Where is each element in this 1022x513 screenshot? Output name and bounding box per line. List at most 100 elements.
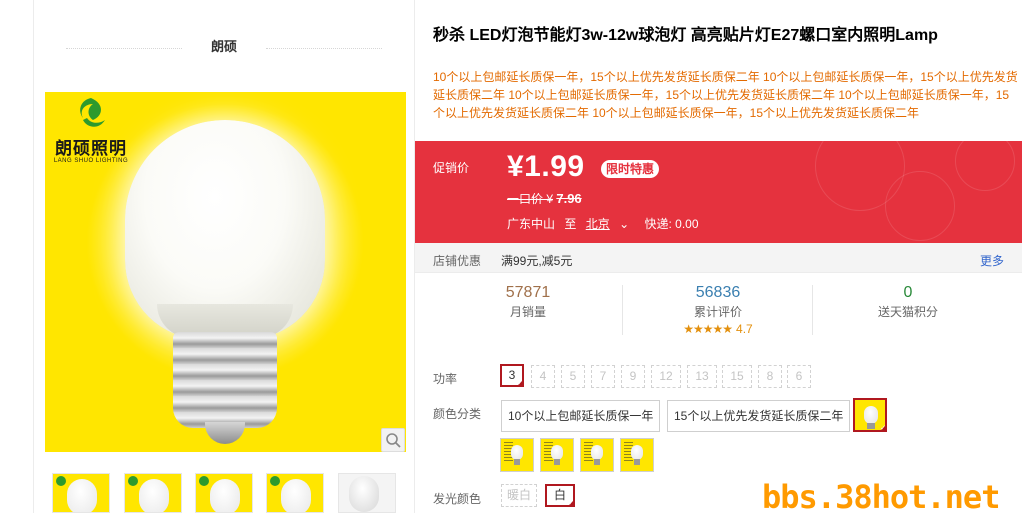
more-promos-link[interactable]: 更多 bbox=[980, 252, 1004, 269]
magnifier-icon bbox=[386, 433, 401, 448]
original-price-row: 一口价 ¥ 7.96 bbox=[507, 190, 582, 207]
power-option-7[interactable]: 7 bbox=[591, 365, 615, 388]
shop-header: 朗硕 bbox=[66, 36, 382, 56]
shop-promo-label: 店铺优惠 bbox=[433, 254, 482, 268]
bg-decoration bbox=[955, 141, 1015, 191]
product-title: 秒杀 LED灯泡节能灯3w-12w球泡灯 高亮贴片灯E27螺口室内照明Lamp bbox=[433, 27, 938, 44]
thumbnail[interactable] bbox=[52, 473, 110, 513]
stat-value: 56836 bbox=[695, 284, 741, 301]
thumb-bulb bbox=[67, 479, 97, 512]
product-subtitle: 10个以上包邮延长质保一年，15个以上优先发货延长质保二年 10个以上包邮延长质… bbox=[433, 70, 1018, 120]
thumbnail[interactable] bbox=[124, 473, 182, 513]
light-color-label: 发光颜色 bbox=[433, 492, 482, 506]
bulb-tip bbox=[205, 422, 245, 444]
mini-bulb-base bbox=[594, 459, 600, 465]
check-icon: ✓ bbox=[880, 425, 886, 432]
thumb-bulb bbox=[139, 479, 169, 512]
color-option-image[interactable] bbox=[580, 438, 614, 472]
divider-left bbox=[66, 48, 182, 49]
shop-promo-bar: 店铺优惠 满99元,减5元 更多 bbox=[415, 243, 1022, 273]
power-option-9[interactable]: 9 bbox=[621, 365, 645, 388]
divider-right bbox=[266, 48, 382, 49]
brand-leaf-icon bbox=[80, 98, 105, 127]
mini-bulb-base bbox=[554, 459, 560, 465]
shop-promo-value: 满99元,减5元 bbox=[501, 254, 573, 268]
star-rating-icon: ★★★★★ bbox=[683, 322, 733, 336]
mini-bulb-icon bbox=[631, 445, 643, 460]
power-option-12[interactable]: 12 bbox=[651, 365, 681, 388]
color-option-1[interactable]: 10个以上包邮延长质保一年 bbox=[501, 400, 661, 432]
shipping-fee: 快递: 0.00 bbox=[644, 217, 699, 231]
mini-bulb-icon bbox=[551, 445, 563, 460]
rating-score: 4.7 bbox=[736, 322, 753, 336]
mini-bulb-icon bbox=[511, 445, 523, 460]
product-info-panel: 秒杀 LED灯泡节能灯3w-12w球泡灯 高亮贴片灯E27螺口室内照明Lamp … bbox=[415, 0, 1022, 513]
thumb-logo bbox=[128, 476, 138, 486]
ship-to-label: 至 bbox=[564, 217, 577, 231]
stat-value: 0 bbox=[903, 284, 913, 301]
power-label: 功率 bbox=[433, 372, 458, 386]
power-option-6[interactable]: 6 bbox=[787, 365, 811, 388]
bg-decoration bbox=[885, 171, 955, 241]
option-label: 白 bbox=[553, 488, 566, 502]
ship-destination-selector[interactable]: 北京 ⌄ bbox=[586, 217, 635, 231]
color-option-2[interactable]: 15个以上优先发货延长质保二年 bbox=[667, 400, 851, 432]
zoom-button[interactable] bbox=[381, 428, 405, 452]
brand-logo: 朗硕照明 LANG SHUO LIGHTING bbox=[51, 96, 131, 180]
light-option-warm-white[interactable]: 暖白 bbox=[501, 484, 537, 507]
stat-points: 0 送天猫积分 bbox=[813, 283, 1003, 341]
stat-label: 累计评价 bbox=[693, 305, 742, 319]
promo-price-label: 促销价 bbox=[433, 161, 470, 175]
original-price-label: 一口价 ¥ bbox=[507, 192, 554, 206]
mini-bulb-base bbox=[867, 423, 875, 429]
shipping-row: 广东中山 至 北京 ⌄ 快递: 0.00 bbox=[507, 215, 705, 232]
thumbnail[interactable] bbox=[195, 473, 253, 513]
light-option-white[interactable]: 白 ✓ bbox=[545, 484, 575, 507]
current-price: ¥1.99 bbox=[507, 150, 585, 183]
brand-name-cn: 朗硕照明 bbox=[55, 139, 127, 159]
stat-label: 月销量 bbox=[509, 305, 546, 319]
thumb-logo bbox=[270, 476, 280, 486]
main-product-image[interactable]: 朗硕照明 LANG SHUO LIGHTING bbox=[45, 92, 406, 452]
color-option-image[interactable] bbox=[500, 438, 534, 472]
power-option-13[interactable]: 13 bbox=[687, 365, 717, 388]
ship-destination: 北京 bbox=[585, 217, 610, 231]
shop-name[interactable]: 朗硕 bbox=[211, 39, 237, 54]
ship-from: 广东中山 bbox=[507, 217, 556, 231]
stats-row: 57871 月销量 56836 累计评价 ★★★★★ 4.7 0 送天猫积分 bbox=[433, 283, 1003, 341]
power-option-5[interactable]: 5 bbox=[561, 365, 585, 388]
site-watermark: bbs.38hot.net bbox=[762, 478, 1000, 513]
mini-bulb-icon bbox=[864, 406, 878, 424]
stat-label: 送天猫积分 bbox=[877, 305, 938, 319]
check-icon: ✓ bbox=[568, 500, 574, 507]
brand-name-en: LANG SHUO LIGHTING bbox=[53, 158, 129, 164]
thumbnail-strip bbox=[52, 473, 412, 513]
option-label: 3 bbox=[508, 368, 516, 382]
thumb-logo bbox=[199, 476, 209, 486]
color-option-image[interactable] bbox=[620, 438, 654, 472]
power-option-15[interactable]: 15 bbox=[722, 365, 752, 388]
thumbnail[interactable] bbox=[338, 473, 396, 513]
power-option-3[interactable]: 3 ✓ bbox=[500, 364, 524, 387]
thumbnail[interactable] bbox=[266, 473, 324, 513]
color-option-image[interactable] bbox=[540, 438, 574, 472]
mini-bulb-icon bbox=[591, 445, 603, 460]
check-icon: ✓ bbox=[517, 380, 523, 387]
chevron-down-icon: ⌄ bbox=[619, 217, 630, 231]
stat-value: 57871 bbox=[505, 284, 551, 301]
thumb-bulb bbox=[349, 476, 379, 512]
mini-bulb-base bbox=[634, 459, 640, 465]
price-box: 促销价 ¥1.99 限时特惠 一口价 ¥ 7.96 广东中山 至 北京 ⌄ 快递… bbox=[415, 141, 1022, 243]
original-price-value: 7.96 bbox=[556, 191, 582, 206]
thumb-logo bbox=[56, 476, 66, 486]
color-option-image-selected[interactable]: ✓ bbox=[853, 398, 887, 432]
thumb-bulb bbox=[281, 479, 311, 512]
power-option-4[interactable]: 4 bbox=[531, 365, 555, 388]
stat-reviews[interactable]: 56836 累计评价 ★★★★★ 4.7 bbox=[623, 283, 813, 341]
power-option-8[interactable]: 8 bbox=[758, 365, 782, 388]
color-category-label: 颜色分类 bbox=[433, 407, 482, 421]
stat-monthly-sales: 57871 月销量 bbox=[433, 283, 623, 341]
rating: ★★★★★ 4.7 bbox=[623, 321, 813, 337]
gallery-panel: 朗硕 朗硕照明 LANG SHUO LIGHTING bbox=[33, 0, 415, 513]
bulb-screw-base bbox=[173, 332, 277, 428]
